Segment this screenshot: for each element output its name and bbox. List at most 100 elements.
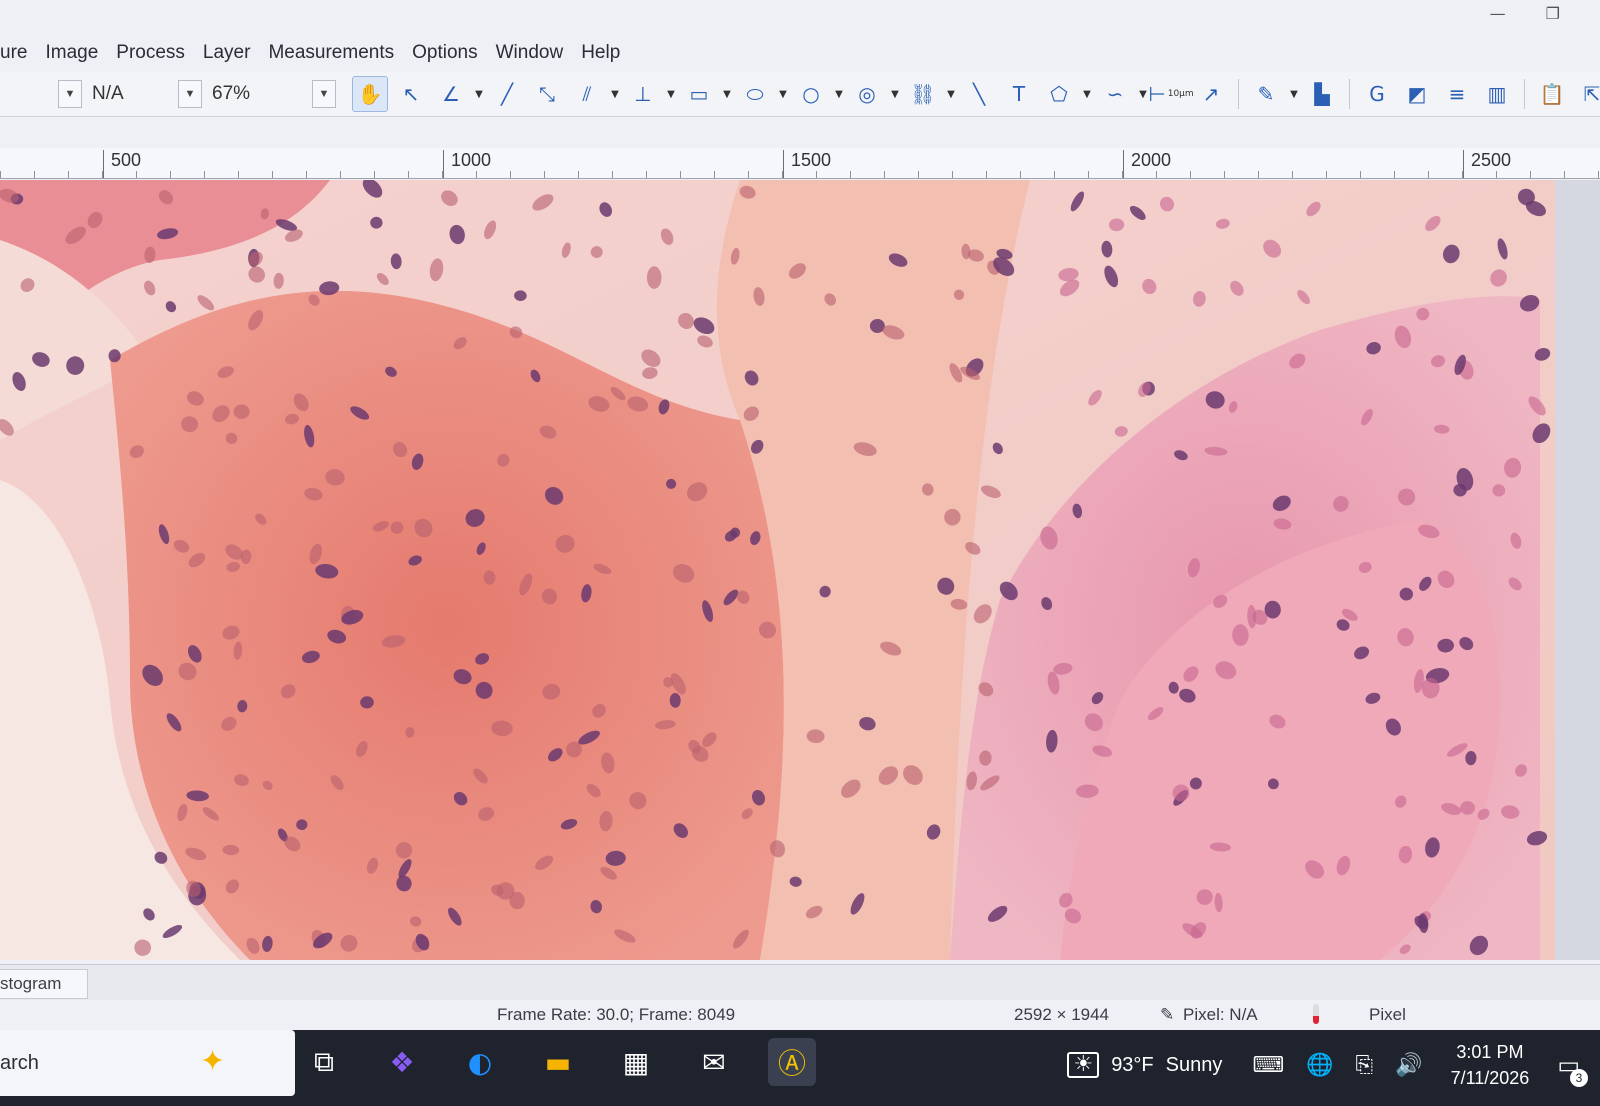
columns-icon[interactable]: ▥ (1480, 77, 1514, 111)
chevron-down-icon[interactable]: ▼ (778, 77, 788, 111)
system-tray: ☀ 93°F Sunny ⌨ 🌐 ⎘ 🔊 3:01 PM 7/11/2026 ▭… (1067, 1030, 1600, 1100)
maximize-button[interactable]: ❐ (1546, 4, 1560, 23)
ruler-minor-tick (1496, 171, 1497, 178)
curve-icon[interactable]: ∽ (1098, 77, 1132, 111)
chevron-down-icon[interactable]: ▼ (1082, 77, 1092, 111)
ruler-minor-tick (1462, 171, 1463, 178)
histogram-tool-icon[interactable]: ▙ (1305, 77, 1339, 111)
pointer-icon[interactable]: ↖ (394, 77, 428, 111)
ruler-major-tick (1123, 150, 1124, 178)
ruler-minor-tick (0, 171, 1, 178)
concentric-circle-icon[interactable]: ◎ (850, 77, 884, 111)
measure-settings-icon[interactable]: ✎ (1249, 77, 1283, 111)
ruler-minor-tick (170, 171, 171, 178)
menu-layer[interactable]: Layer (203, 40, 251, 66)
text-icon[interactable]: T (1002, 77, 1036, 111)
menu-process[interactable]: Process (116, 40, 185, 66)
clock[interactable]: 3:01 PM 7/11/2026 (1451, 1039, 1530, 1091)
minimize-button[interactable]: — (1490, 4, 1506, 23)
network-icon[interactable]: ⎘ (1356, 1053, 1374, 1078)
chevron-down-icon[interactable]: ▼ (312, 80, 336, 108)
chevron-down-icon[interactable]: ▼ (834, 77, 844, 111)
ruler-minor-tick (1292, 171, 1293, 178)
ruler-label: 2000 (1131, 150, 1172, 170)
chevron-down-icon[interactable]: ▼ (666, 77, 676, 111)
weather-temperature: 93°F (1111, 1053, 1154, 1076)
image-canvas[interactable] (0, 180, 1555, 960)
chevron-down-icon[interactable]: ▼ (178, 80, 202, 108)
perpendicular-icon[interactable]: ⊥ (626, 77, 660, 111)
copilot-icon[interactable]: ❖ (378, 1038, 426, 1086)
keyboard-icon[interactable]: ⌨ (1252, 1053, 1284, 1078)
weather-widget[interactable]: ☀ 93°F Sunny (1067, 1052, 1222, 1078)
ruler-label: 500 (111, 150, 142, 170)
ruler-minor-tick (1088, 171, 1089, 178)
ruler-minor-tick (1054, 171, 1055, 178)
clipboard-icon[interactable]: 📋 (1535, 77, 1569, 111)
ruler-minor-tick (102, 171, 103, 178)
ruler-icon: ✎ (1160, 1005, 1175, 1025)
ruler-minor-tick (1326, 171, 1327, 178)
status-bar: Frame Rate: 30.0; Frame: 8049 2592 × 194… (0, 1000, 1600, 1030)
link-icon[interactable]: ⛓ (906, 77, 940, 111)
polygon-icon[interactable]: ⬠ (1042, 77, 1076, 111)
chevron-down-icon[interactable]: ▼ (58, 80, 82, 108)
arrow-icon[interactable]: ↗ (1194, 77, 1228, 111)
grid-icon[interactable]: G (1360, 77, 1394, 111)
notification-icon[interactable]: ▭ 3 (1557, 1051, 1588, 1087)
task-view-icon[interactable]: ⧉ (300, 1038, 348, 1086)
layers-icon[interactable]: ◩ (1400, 77, 1434, 111)
menu-image[interactable]: Image (45, 40, 98, 66)
edge-icon[interactable]: ◐ (456, 1038, 504, 1086)
tab-histogram[interactable]: stogram (0, 969, 89, 999)
ruler-minor-tick (612, 171, 613, 178)
measurement-tools: ✋ ↖ ∠ ▼ ╱ ⤡ ⫽ ▼ ⊥ ▼ ▭ ▼ ⬭ ▼ ○ ▼ ◎ ▼ ⛓ ▼ ╲ T ⬠ ▼ ∽ ▼ ⊢ 10µm ↗ ✎ ▼ ▙ G ◩ ≡ ▥ 📋… (352, 76, 1600, 112)
ellipse-icon[interactable]: ⬭ (738, 77, 772, 111)
menu-options[interactable]: Options (412, 40, 477, 66)
chevron-down-icon[interactable]: ▼ (1289, 77, 1299, 111)
chevron-down-icon[interactable]: ▼ (946, 77, 956, 111)
menu-help[interactable]: Help (581, 40, 620, 66)
volume-icon[interactable]: 🔊 (1395, 1053, 1422, 1078)
store-icon[interactable]: ▦ (612, 1038, 660, 1086)
search-box[interactable]: arch ✦ (0, 1030, 295, 1096)
zoom-dropdown[interactable]: ▼ 67% ▼ (178, 79, 336, 109)
export-icon[interactable]: ⇱ (1575, 77, 1600, 111)
capture-app-icon[interactable]: Ⓐ (768, 1038, 816, 1086)
ruler-major-tick (443, 150, 444, 178)
ruler-minor-tick (1258, 171, 1259, 178)
menu-measurements[interactable]: Measurements (268, 40, 394, 66)
taskbar: arch ✦ ⧉ ❖ ◐ ▬ ▦ ✉ Ⓐ ☀ 93°F Sunny ⌨ 🌐 ⎘ 🔊 3:01… (0, 1030, 1600, 1106)
menu-capture[interactable]: ure (0, 40, 27, 66)
chevron-down-icon[interactable]: ▼ (722, 77, 732, 111)
align-icon[interactable]: ≡ (1440, 77, 1474, 111)
chevron-down-icon[interactable]: ▼ (610, 77, 620, 111)
rectangle-icon[interactable]: ▭ (682, 77, 716, 111)
chevron-down-icon[interactable]: ▼ (890, 77, 900, 111)
angle-icon[interactable]: ∠ (434, 77, 468, 111)
ruler-minor-tick (1360, 171, 1361, 178)
bottom-panel-tabs: stogram (0, 964, 1600, 1001)
cell-nucleus (646, 266, 662, 289)
circle-icon[interactable]: ○ (794, 77, 828, 111)
polyline-icon[interactable]: ⤡ (530, 77, 564, 111)
toolbar-separator (1349, 79, 1350, 109)
mail-icon[interactable]: ✉ (690, 1038, 738, 1086)
hand-icon[interactable]: ✋ (352, 76, 388, 112)
file-explorer-icon[interactable]: ▬ (534, 1038, 582, 1086)
globe-icon[interactable]: 🌐 (1306, 1053, 1333, 1078)
calibration-dropdown[interactable]: ▼ N/A (58, 79, 172, 109)
ruler-minor-tick (408, 171, 409, 178)
parallel-icon[interactable]: ⫽ (570, 77, 604, 111)
arc-icon[interactable]: ╲ (962, 77, 996, 111)
ruler-minor-tick (510, 171, 511, 178)
calibration-value: N/A (92, 83, 124, 104)
line-icon[interactable]: ╱ (490, 77, 524, 111)
chevron-down-icon[interactable]: ▼ (474, 77, 484, 111)
ruler-minor-tick (1190, 171, 1191, 178)
unit-status[interactable]: Pixel (1369, 1005, 1406, 1025)
chevron-down-icon[interactable]: ▼ (1138, 77, 1148, 111)
scale-bar-icon[interactable]: ⊢ 10µm (1148, 77, 1193, 111)
toolbar: ▼ N/A ▼ 67% ▼ ✋ ↖ ∠ ▼ ╱ ⤡ ⫽ ▼ ⊥ ▼ ▭ ▼ ⬭ ▼ ○ ▼ ◎ ▼ ⛓ ▼ ╲ T ⬠ ▼ ∽ ▼… (0, 72, 1600, 117)
menu-window[interactable]: Window (496, 40, 564, 66)
